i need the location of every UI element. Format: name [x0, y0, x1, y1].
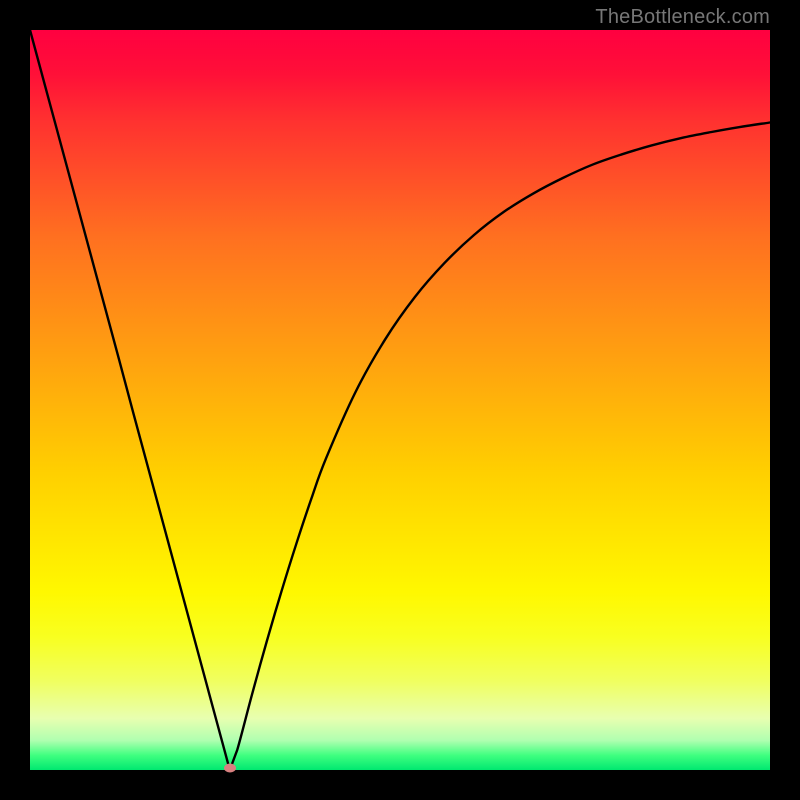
plot-area: [30, 30, 770, 770]
minimum-point-marker: [224, 764, 236, 773]
chart-container: TheBottleneck.com: [0, 0, 800, 800]
curve-svg: [30, 30, 770, 770]
watermark-text: TheBottleneck.com: [595, 6, 770, 29]
bottleneck-curve: [30, 30, 770, 770]
